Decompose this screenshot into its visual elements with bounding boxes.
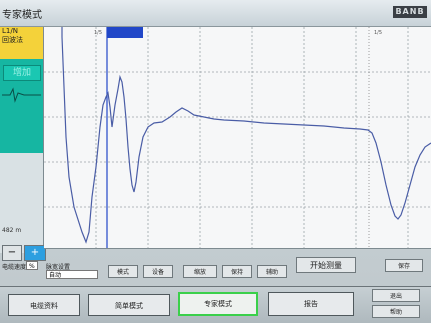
wave-preview-panel: 增加: [0, 59, 43, 153]
title-bar: 专家模式 BANB: [0, 0, 431, 27]
cursor-flag[interactable]: [107, 27, 143, 38]
bottom-nav: 电缆资料 简单模式 专家模式 报告 退出 帮助: [0, 286, 431, 323]
method-label: 回波法: [2, 36, 23, 44]
grid-lines: [44, 27, 431, 248]
mode-button[interactable]: 模式: [108, 265, 138, 278]
test-info-panel: L1/N 回波法: [0, 27, 43, 60]
save-button[interactable]: 保存: [385, 259, 423, 272]
zoom-in-button[interactable]: +: [24, 245, 46, 261]
hold-button[interactable]: 保持: [222, 265, 252, 278]
zoom-out-button[interactable]: −: [2, 245, 22, 261]
device-button[interactable]: 设备: [143, 265, 173, 278]
brand-logo: BANB: [393, 6, 427, 18]
exit-button[interactable]: 退出: [372, 289, 420, 302]
cable-info-button[interactable]: 电缆资料: [8, 294, 80, 316]
waveform-plot[interactable]: 1/5 1/5: [44, 27, 431, 249]
left-panel: L1/N 回波法 增加 482 m: [0, 27, 44, 253]
phase-label: L1/N: [2, 27, 18, 35]
expert-mode-button[interactable]: 专家模式: [178, 292, 258, 316]
help-button[interactable]: 帮助: [372, 305, 420, 318]
range-select[interactable]: 自动: [46, 270, 98, 279]
zoom-button[interactable]: 缩放: [183, 265, 217, 278]
range-length-label: 482 m: [2, 227, 22, 234]
waveform-svg: [44, 27, 431, 248]
window-title: 专家模式: [2, 10, 42, 21]
reflection-trace: [61, 27, 431, 244]
speed-input[interactable]: %: [26, 261, 38, 270]
ruler-tag-a: 1/5: [94, 30, 103, 36]
start-measure-button[interactable]: 开始测量: [296, 257, 356, 273]
left-panel-blank: [0, 153, 43, 253]
report-button[interactable]: 报告: [268, 292, 354, 316]
mini-wave-icon: [2, 87, 41, 103]
tdr-screen: 专家模式 BANB L1/N 回波法 增加 482 m − + 1/5 1/5 …: [0, 0, 431, 323]
speed-label: 电缆速度: [2, 264, 27, 271]
aux-button[interactable]: 辅助: [257, 265, 287, 278]
simple-mode-button[interactable]: 简单模式: [88, 294, 170, 316]
gain-button[interactable]: 增加: [3, 65, 41, 81]
ruler-tag-b: 1/5: [374, 30, 383, 36]
